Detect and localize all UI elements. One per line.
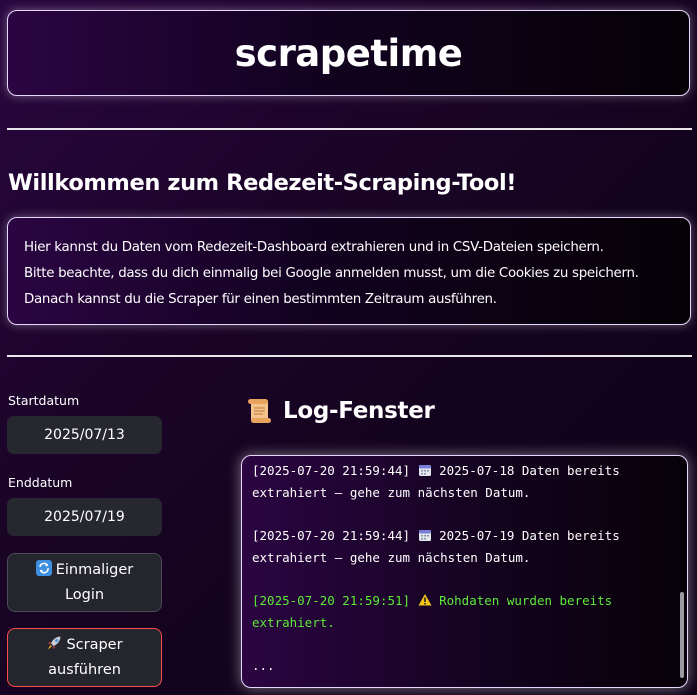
login-button-line2: Login [64, 586, 105, 603]
divider-top [7, 128, 692, 130]
log-content: [2025-07-20 21:59:44] 2025-07-18 Daten b… [252, 460, 662, 677]
calendar-icon [418, 530, 431, 542]
warning-icon [418, 594, 432, 606]
info-line: Bitte beachte, dass du dich einmalig bei… [24, 266, 639, 281]
run-scraper-button-line1: Scraper [46, 633, 123, 658]
rocket-icon [47, 636, 61, 649]
log-entry: [2025-07-20 21:59:44] 2025-07-18 Daten b… [252, 463, 620, 500]
login-button-line1: Einmaliger [35, 558, 133, 583]
log-entry: [2025-07-20 21:59:44] 2025-07-19 Daten b… [252, 528, 620, 565]
log-title: Log-Fenster [283, 398, 435, 424]
log-scrollbar[interactable] [680, 592, 684, 678]
log-window[interactable]: [2025-07-20 21:59:44] 2025-07-18 Daten b… [241, 455, 688, 688]
app-title: scrapetime [234, 31, 463, 75]
end-date-input[interactable]: 2025/07/19 [7, 498, 162, 536]
app-header: scrapetime [7, 10, 690, 96]
info-line: Hier kannst du Daten vom Redezeit-Dashbo… [24, 240, 604, 255]
log-heading: Log-Fenster [244, 396, 435, 426]
log-ellipsis: ... [252, 658, 275, 674]
info-line: Danach kannst du die Scraper für einen b… [24, 292, 497, 307]
end-date-label: Enddatum [8, 475, 73, 490]
log-entry-success: [2025-07-20 21:59:51] Rohdaten wurden be… [252, 593, 613, 630]
login-button[interactable]: Einmaliger Login [7, 553, 162, 612]
refresh-icon [35, 559, 52, 576]
scroll-icon [248, 399, 271, 423]
run-scraper-button[interactable]: Scraper ausführen [7, 628, 162, 687]
divider-middle [7, 355, 692, 357]
info-box: Hier kannst du Daten vom Redezeit-Dashbo… [7, 217, 691, 325]
start-date-input[interactable]: 2025/07/13 [7, 416, 162, 454]
welcome-heading: Willkommen zum Redezeit-Scraping-Tool! [8, 170, 517, 196]
start-date-label: Startdatum [8, 393, 80, 408]
run-scraper-button-line2: ausführen [48, 661, 121, 678]
calendar-icon [418, 465, 431, 476]
